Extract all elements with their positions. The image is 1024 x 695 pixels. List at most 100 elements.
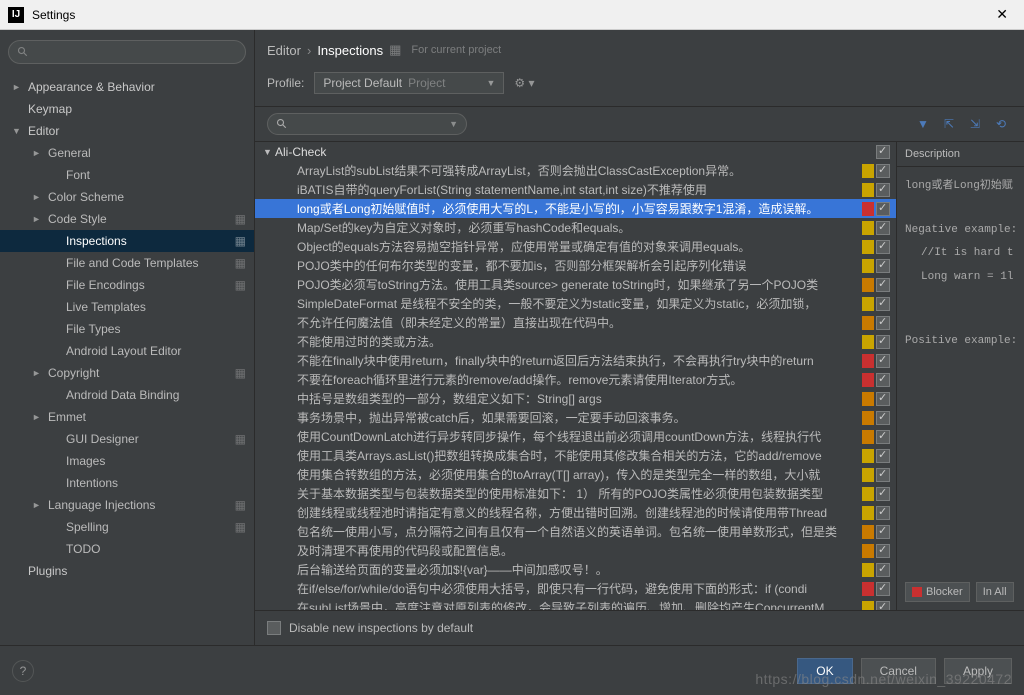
- ok-button[interactable]: OK: [797, 658, 852, 684]
- sidebar-item[interactable]: Images: [0, 450, 254, 472]
- inspection-checkbox[interactable]: [876, 297, 890, 311]
- severity-indicator: [862, 202, 874, 216]
- sidebar-item[interactable]: Spelling▦: [0, 516, 254, 538]
- sidebar-item[interactable]: Android Layout Editor: [0, 340, 254, 362]
- inspection-checkbox[interactable]: [876, 563, 890, 577]
- inspection-checkbox[interactable]: [876, 316, 890, 330]
- settings-tree[interactable]: ► Appearance & Behavior Keymap▼Editor►Gene…: [0, 72, 254, 645]
- inspection-row[interactable]: 后台输送给页面的变量必须加$!{var}——中间加感叹号！。: [255, 560, 896, 579]
- inspection-row[interactable]: SimpleDateFormat 是线程不安全的类，一般不要定义为static变…: [255, 294, 896, 313]
- inspection-checkbox[interactable]: [876, 430, 890, 444]
- inspection-row[interactable]: ArrayList的subList结果不可强转成ArrayList，否则会抛出C…: [255, 161, 896, 180]
- inspection-checkbox[interactable]: [876, 354, 890, 368]
- project-badge-icon: ▦: [235, 234, 246, 248]
- inspection-search[interactable]: ▼: [267, 113, 467, 135]
- inspection-checkbox[interactable]: [876, 259, 890, 273]
- title-bar: IJ Settings ✕: [0, 0, 1024, 30]
- inspection-row[interactable]: POJO类中的任何布尔类型的变量，都不要加is，否则部分框架解析会引起序列化错误: [255, 256, 896, 275]
- inspection-checkbox[interactable]: [876, 183, 890, 197]
- inspection-row[interactable]: 包名统一使用小写，点分隔符之间有且仅有一个自然语义的英语单词。包名统一使用单数形…: [255, 522, 896, 541]
- inspection-checkbox[interactable]: [876, 335, 890, 349]
- inspection-row[interactable]: 创建线程或线程池时请指定有意义的线程名称，方便出错时回溯。创建线程池的时候请使用…: [255, 503, 896, 522]
- sidebar-item[interactable]: TODO: [0, 538, 254, 560]
- inspection-checkbox[interactable]: [876, 240, 890, 254]
- inspection-checkbox[interactable]: [876, 221, 890, 235]
- inspection-row[interactable]: 关于基本数据类型与包装数据类型的使用标准如下： 1） 所有的POJO类属性必须使…: [255, 484, 896, 503]
- inspection-row[interactable]: iBATIS自带的queryForList(String statementNa…: [255, 180, 896, 199]
- sidebar-item[interactable]: Android Data Binding: [0, 384, 254, 406]
- scope-combo[interactable]: In All: [976, 582, 1014, 602]
- inspection-checkbox[interactable]: [876, 392, 890, 406]
- sidebar-item-label: Appearance & Behavior: [28, 80, 246, 94]
- inspection-row[interactable]: 在if/else/for/while/do语句中必须使用大括号，即使只有一行代码…: [255, 579, 896, 598]
- inspection-row[interactable]: 中括号是数组类型的一部分，数组定义如下：String[] args: [255, 389, 896, 408]
- sidebar-item[interactable]: ►Emmet: [0, 406, 254, 428]
- inspection-row[interactable]: 及时清理不再使用的代码段或配置信息。: [255, 541, 896, 560]
- inspection-checkbox[interactable]: [876, 468, 890, 482]
- sidebar-item[interactable]: ►Language Injections▦: [0, 494, 254, 516]
- severity-indicator: [862, 297, 874, 311]
- inspection-row[interactable]: Object的equals方法容易抛空指针异常，应使用常量或确定有值的对象来调用…: [255, 237, 896, 256]
- inspection-row[interactable]: 使用集合转数组的方法，必须使用集合的toArray(T[] array)，传入的…: [255, 465, 896, 484]
- inspection-checkbox[interactable]: [876, 601, 890, 611]
- inspection-row[interactable]: 事务场景中，抛出异常被catch后，如果需要回滚，一定要手动回滚事务。: [255, 408, 896, 427]
- collapse-all-icon[interactable]: ⇲: [964, 113, 986, 135]
- disable-checkbox[interactable]: [267, 621, 281, 635]
- sidebar-item[interactable]: ▼Editor: [0, 120, 254, 142]
- inspection-list[interactable]: ▼Ali-CheckArrayList的subList结果不可强转成ArrayL…: [255, 142, 896, 610]
- cancel-button[interactable]: Cancel: [861, 658, 936, 684]
- inspection-row[interactable]: 使用CountDownLatch进行异步转同步操作，每个线程退出前必须调用cou…: [255, 427, 896, 446]
- inspection-row[interactable]: 不要在foreach循环里进行元素的remove/add操作。remove元素请…: [255, 370, 896, 389]
- inspection-checkbox[interactable]: [876, 202, 890, 216]
- sidebar-item[interactable]: Inspections▦: [0, 230, 254, 252]
- sidebar-item[interactable]: ►Color Scheme: [0, 186, 254, 208]
- gear-icon[interactable]: ⚙ ▾: [514, 76, 534, 90]
- reset-icon[interactable]: ⟲: [990, 113, 1012, 135]
- sidebar-item[interactable]: Live Templates: [0, 296, 254, 318]
- filter-icon[interactable]: ▼: [912, 113, 934, 135]
- sidebar-item[interactable]: Font: [0, 164, 254, 186]
- tree-arrow-icon: ►: [12, 82, 22, 92]
- help-icon[interactable]: ?: [12, 660, 34, 682]
- profile-combo[interactable]: Project Default Project ▼: [314, 72, 504, 94]
- inspection-checkbox[interactable]: [876, 278, 890, 292]
- inspection-checkbox[interactable]: [876, 544, 890, 558]
- inspection-checkbox[interactable]: [876, 506, 890, 520]
- apply-button[interactable]: Apply: [944, 658, 1012, 684]
- sidebar-item[interactable]: Keymap: [0, 98, 254, 120]
- inspection-row[interactable]: 在subList场景中，高度注意对原列表的修改，会导致子列表的遍历、增加、删除均…: [255, 598, 896, 610]
- inspection-row[interactable]: 不允许任何魔法值（即未经定义的常量）直接出现在代码中。: [255, 313, 896, 332]
- inspection-checkbox[interactable]: [876, 582, 890, 596]
- sidebar-item[interactable]: File Encodings▦: [0, 274, 254, 296]
- expand-all-icon[interactable]: ⇱: [938, 113, 960, 135]
- breadcrumb-root[interactable]: Editor: [267, 43, 301, 58]
- inspection-checkbox[interactable]: [876, 525, 890, 539]
- inspection-checkbox[interactable]: [876, 487, 890, 501]
- severity-indicator: [862, 601, 874, 611]
- inspection-group[interactable]: ▼Ali-Check: [255, 142, 896, 161]
- inspection-checkbox[interactable]: [876, 411, 890, 425]
- inspection-checkbox[interactable]: [876, 449, 890, 463]
- inspection-row[interactable]: POJO类必须写toString方法。使用工具类source> generate…: [255, 275, 896, 294]
- inspection-row[interactable]: 使用工具类Arrays.asList()把数组转换成集合时，不能使用其修改集合相…: [255, 446, 896, 465]
- sidebar-item[interactable]: ► Appearance & Behavior: [0, 76, 254, 98]
- sidebar-item[interactable]: Intentions: [0, 472, 254, 494]
- inspection-row[interactable]: long或者Long初始赋值时，必须使用大写的L，不能是小写的l，小写容易跟数字…: [255, 199, 896, 218]
- inspection-checkbox[interactable]: [876, 373, 890, 387]
- group-checkbox[interactable]: [876, 145, 890, 159]
- sidebar-item[interactable]: ►Code Style▦: [0, 208, 254, 230]
- inspection-checkbox[interactable]: [876, 164, 890, 178]
- sidebar-item[interactable]: File Types: [0, 318, 254, 340]
- severity-combo[interactable]: Blocker: [905, 582, 970, 602]
- sidebar-item[interactable]: File and Code Templates▦: [0, 252, 254, 274]
- close-icon[interactable]: ✕: [988, 6, 1016, 23]
- sidebar-item[interactable]: Plugins: [0, 560, 254, 582]
- inspection-row[interactable]: 不能在finally块中使用return，finally块中的return返回后…: [255, 351, 896, 370]
- sidebar-item[interactable]: ►General: [0, 142, 254, 164]
- inspection-row[interactable]: 不能使用过时的类或方法。: [255, 332, 896, 351]
- inspection-text: long或者Long初始赋值时，必须使用大写的L，不能是小写的l，小写容易跟数字…: [297, 200, 862, 217]
- sidebar-search[interactable]: [8, 40, 246, 64]
- sidebar-item[interactable]: ►Copyright▦: [0, 362, 254, 384]
- sidebar-item[interactable]: GUI Designer▦: [0, 428, 254, 450]
- inspection-row[interactable]: Map/Set的key为自定义对象时，必须重写hashCode和equals。: [255, 218, 896, 237]
